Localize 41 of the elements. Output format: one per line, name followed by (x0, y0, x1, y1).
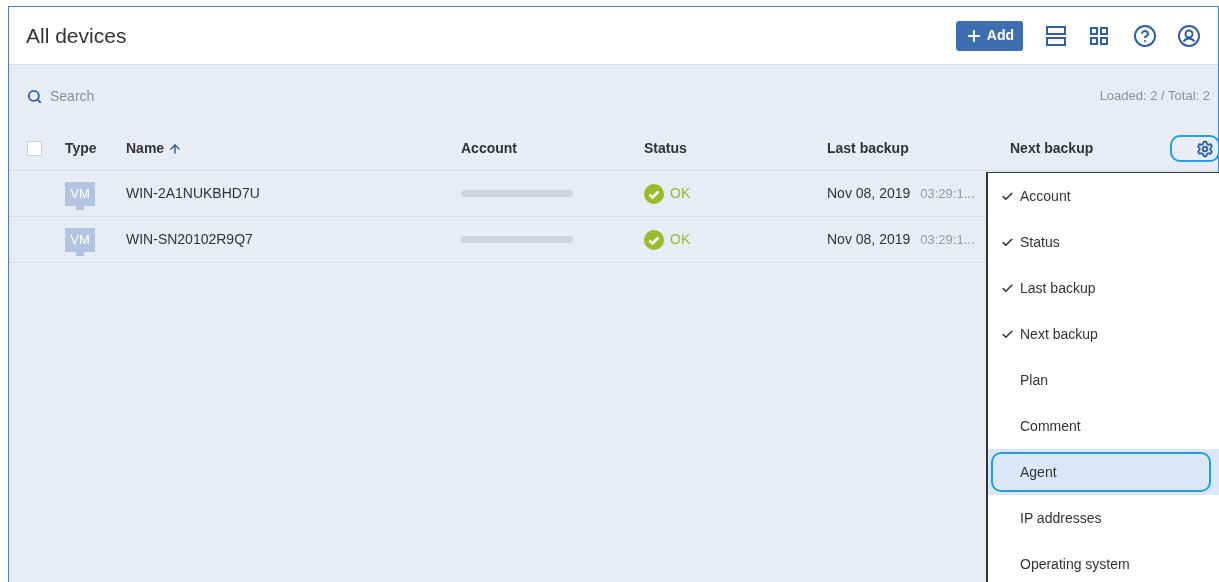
check-icon (1001, 327, 1014, 341)
column-header[interactable]: Next backup (1010, 138, 1094, 159)
backup-date: Nov 08, 2019 (827, 230, 911, 249)
device-name: WIN-2A1NUKBHD7U (126, 185, 260, 201)
menu-item[interactable]: IP addresses (988, 495, 1219, 541)
column-settings-button[interactable] (1170, 135, 1219, 162)
check-icon (1001, 235, 1014, 249)
add-button[interactable]: Add (955, 20, 1023, 51)
column-header[interactable]: Type (65, 138, 97, 159)
menu-item[interactable]: Plan (988, 357, 1219, 403)
check-icon (1001, 281, 1014, 295)
menu-item[interactable]: Operating system (988, 541, 1219, 582)
device-name: WIN-SN20102R9Q7 (126, 231, 253, 247)
menu-item[interactable]: Agent (988, 449, 1219, 495)
menu-item[interactable]: Account (988, 173, 1219, 219)
check-circle-icon (644, 183, 664, 204)
gear-icon (1196, 139, 1214, 158)
status-text: OK (670, 230, 691, 249)
search-field[interactable]: Search (50, 85, 250, 107)
column-header[interactable]: Name (126, 138, 165, 159)
grid-view-icon[interactable] (1089, 25, 1109, 46)
column-header[interactable]: Status (644, 138, 687, 159)
check-icon (1001, 189, 1014, 203)
backup-date: Nov 08, 2019 (827, 184, 911, 203)
column-header[interactable]: Last backup (827, 138, 909, 159)
column-header[interactable]: Account (461, 138, 517, 159)
search-icon (27, 88, 42, 104)
select-all-checkbox[interactable] (27, 141, 42, 156)
menu-item[interactable]: Comment (988, 403, 1219, 449)
menu-item[interactable]: Next backup (988, 311, 1219, 357)
backup-time: 03:29:1... (920, 230, 975, 249)
menu-item[interactable]: Status (988, 219, 1219, 265)
check-circle-icon (644, 229, 664, 250)
status-text: OK (670, 184, 691, 203)
menu-item[interactable]: Last backup (988, 265, 1219, 311)
list-view-icon[interactable] (1045, 24, 1067, 47)
page-title: All devices (26, 22, 128, 49)
account-icon[interactable] (1177, 23, 1201, 48)
help-icon[interactable] (1133, 23, 1157, 48)
loaded-counter: Loaded: 2 / Total: 2 (1099, 87, 1210, 106)
backup-time: 03:29:1... (920, 184, 975, 203)
